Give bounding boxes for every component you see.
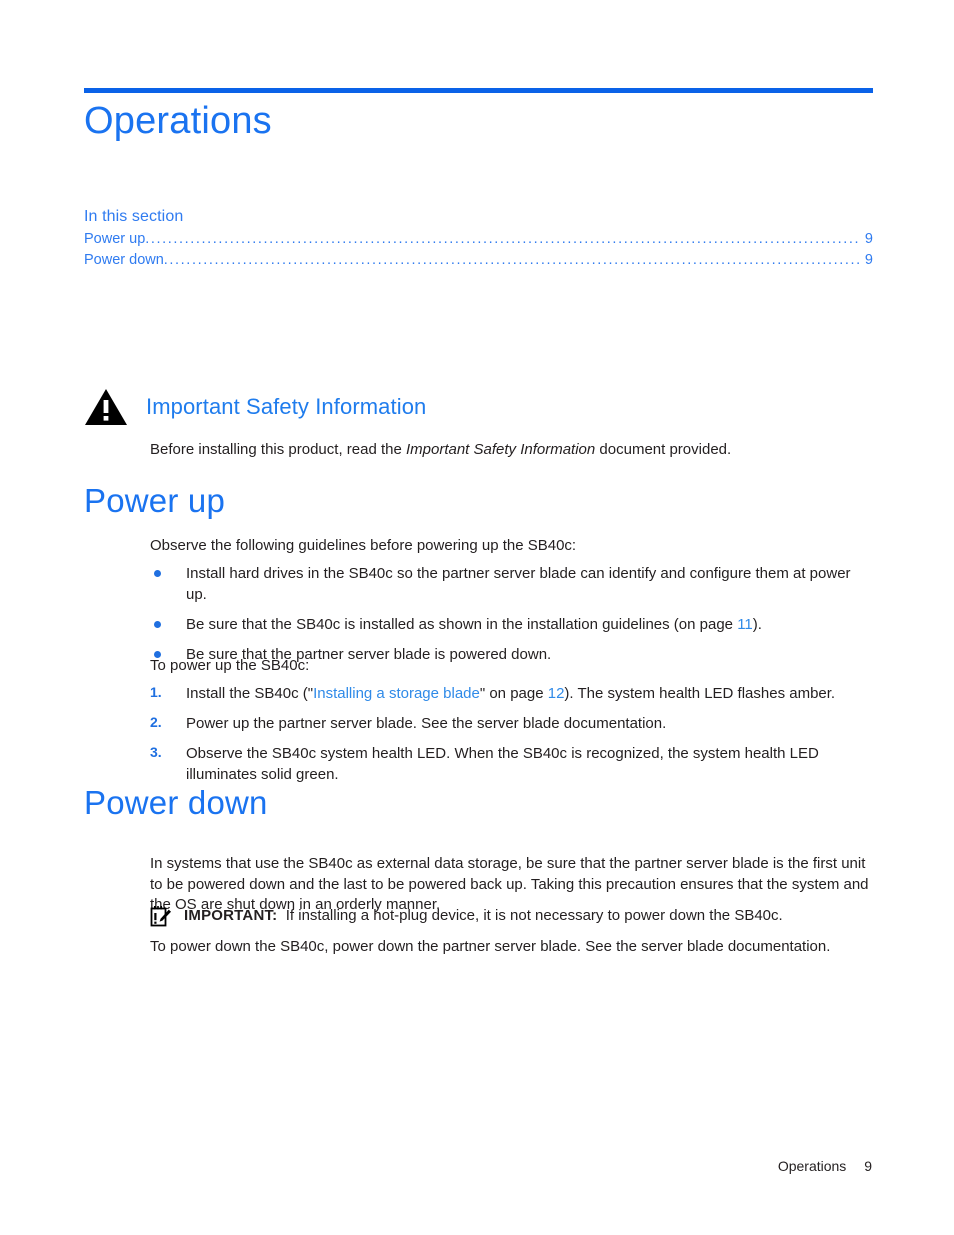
warning-triangle-icon <box>85 389 127 425</box>
list-item: 1. Install the SB40c ("Installing a stor… <box>150 683 872 704</box>
toc-entry-page: 9 <box>864 252 873 269</box>
step-text-mid: " on page <box>479 684 548 702</box>
list-item: Install hard drives in the SB40c so the … <box>150 563 872 605</box>
footer-section-label: Operations <box>777 1158 847 1174</box>
page-link-11[interactable]: 11 <box>737 616 753 633</box>
bullet-text-before: Be sure that the SB40c is installed as s… <box>186 615 738 633</box>
list-item: 3. Observe the SB40c system health LED. … <box>150 743 872 785</box>
important-note-row: IMPORTANT: If installing a hot-plug devi… <box>150 906 872 927</box>
bullet-dot-icon <box>154 569 161 577</box>
bullet-text: Install hard drives in the SB40c so the … <box>186 564 851 603</box>
toc-entry-power-up[interactable]: Power up ...............................… <box>84 229 873 250</box>
safety-body-before: Before installing this product, read the <box>150 441 406 458</box>
cross-reference-link-installing-a-storage-blade[interactable]: Installing a storage blade <box>313 685 480 702</box>
list-item: Be sure that the SB40c is installed as s… <box>150 614 872 635</box>
safety-notice-title: Important Safety Information <box>146 394 427 419</box>
in-this-section: In this section Power up ...............… <box>84 208 873 271</box>
toc-heading: In this section <box>84 208 184 225</box>
power-up-procedure: To power up the SB40c: 1. Install the SB… <box>150 656 872 785</box>
safety-notice: Important Safety Information Before inst… <box>84 388 873 461</box>
power-down-closing: To power down the SB40c, power down the … <box>150 937 872 962</box>
important-note: IMPORTANT: If installing a hot-plug devi… <box>150 906 872 927</box>
toc-entry-power-down[interactable]: Power down .............................… <box>84 250 873 271</box>
page-title: Operations <box>84 100 272 142</box>
page-footer: Operations 9 <box>778 1158 872 1174</box>
step-text: Power up the partner server blade. See t… <box>186 714 667 732</box>
important-note-content: IMPORTANT: If installing a hot-plug devi… <box>184 906 872 927</box>
safety-notice-body: Before installing this product, read the… <box>150 440 873 461</box>
safety-body-italic: Important Safety Information <box>405 441 596 458</box>
power-up-steps-intro: To power up the SB40c: <box>150 657 310 674</box>
safety-body-after: document provided. <box>595 441 732 458</box>
toc-entry-page: 9 <box>864 231 873 247</box>
step-text-after: ). The system health LED flashes amber. <box>564 684 836 702</box>
step-text-before: Install the SB40c (" <box>186 684 314 702</box>
power-down-closing-text: To power down the SB40c, power down the … <box>150 938 831 955</box>
toc-entry-label: Power down <box>84 252 164 269</box>
list-item: 2. Power up the partner server blade. Se… <box>150 713 872 734</box>
power-up-bullet-list: Install hard drives in the SB40c so the … <box>150 563 872 665</box>
heading-power-down: Power down <box>84 784 268 821</box>
step-text: Observe the SB40c system health LED. Whe… <box>186 744 819 783</box>
chapter-rule <box>84 88 873 93</box>
heading-power-up: Power up <box>84 482 226 519</box>
toc-entry-label: Power up <box>84 231 146 247</box>
step-number: 3. <box>150 743 162 760</box>
footer-page-number: 9 <box>864 1158 872 1174</box>
important-note-label: IMPORTANT: <box>184 907 278 924</box>
page-link-12[interactable]: 12 <box>548 685 565 702</box>
bullet-text-after: ). <box>752 615 762 633</box>
bullet-dot-icon <box>154 620 161 628</box>
step-number: 1. <box>150 683 162 700</box>
power-up-intro-text: Observe the following guidelines before … <box>150 537 577 554</box>
step-number: 2. <box>150 713 162 730</box>
power-up-guidelines: Observe the following guidelines before … <box>150 536 872 665</box>
toc-leader-dots: ........................................… <box>145 231 859 247</box>
power-up-step-list: 1. Install the SB40c ("Installing a stor… <box>150 683 872 785</box>
document-page: Operations In this section Power up ....… <box>0 0 954 1235</box>
safety-notice-header: Important Safety Information <box>84 388 873 426</box>
notepad-pencil-icon <box>150 906 171 927</box>
toc-leader-dots: ........................................… <box>163 252 859 269</box>
important-note-body: If installing a hot-plug device, it is n… <box>285 907 783 924</box>
